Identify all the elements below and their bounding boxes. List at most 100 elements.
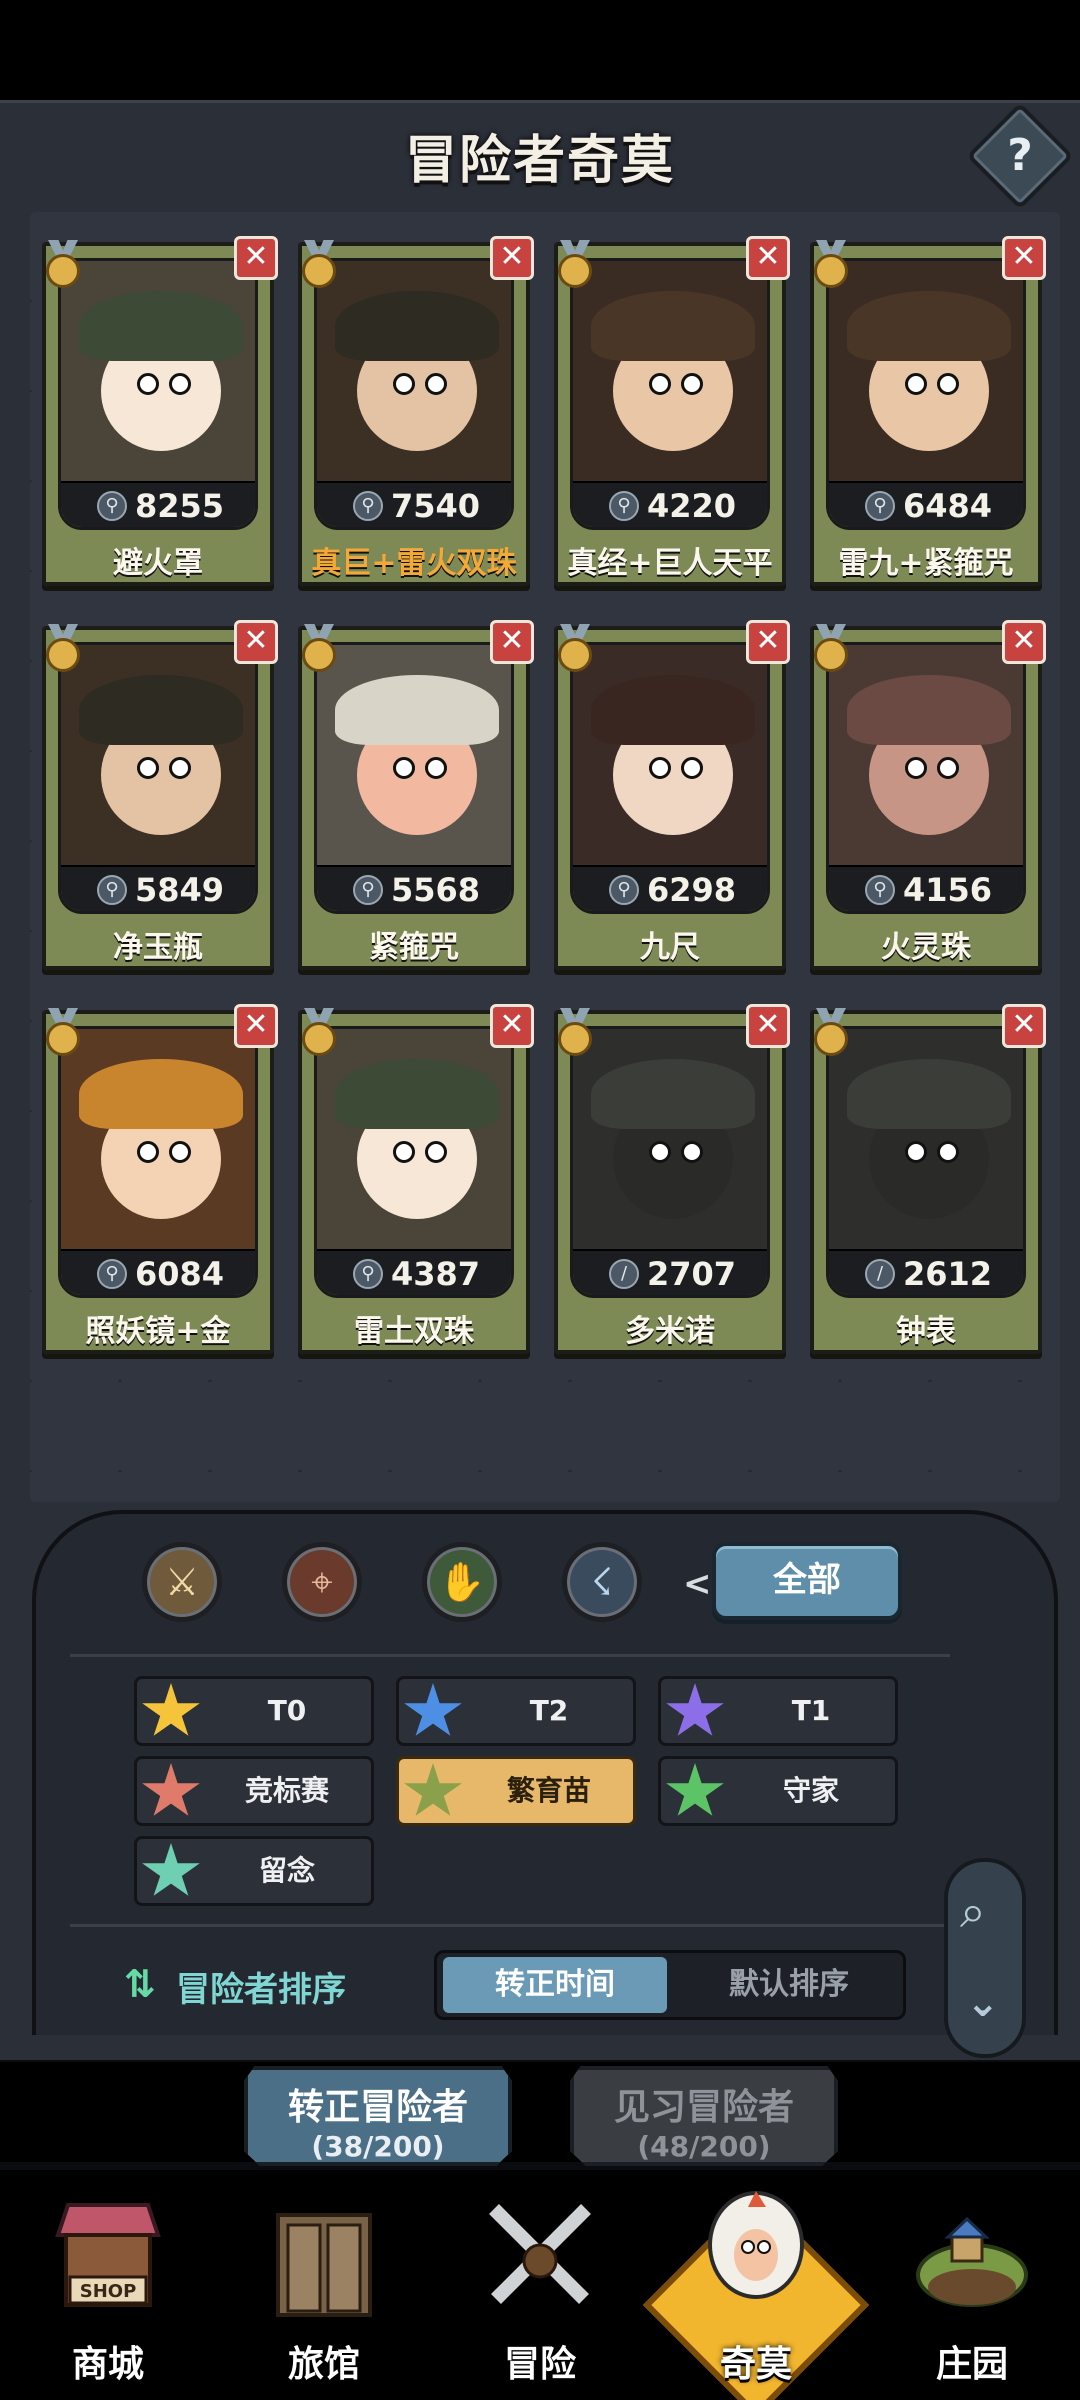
nav-inn[interactable]: 旅馆 bbox=[224, 2185, 424, 2395]
tag-filter[interactable]: T2 bbox=[396, 1676, 636, 1746]
adventurer-name: 紧箍咒 bbox=[369, 930, 459, 965]
medal-icon bbox=[552, 1008, 598, 1058]
remove-card-button[interactable]: ✕ bbox=[490, 236, 534, 280]
hand-class-icon: ✋ bbox=[438, 1560, 486, 1604]
tab-title: 转正冒险者 bbox=[287, 2087, 468, 2128]
nav-chimo[interactable]: 奇莫 bbox=[642, 2185, 870, 2400]
adventurer-name: 真经+巨人天平 bbox=[567, 546, 773, 581]
remove-card-button[interactable]: ✕ bbox=[1002, 236, 1046, 280]
remove-card-button[interactable]: ✕ bbox=[746, 620, 790, 664]
adventurer-card[interactable]: / 2612 钟表 ✕ bbox=[810, 1004, 1046, 1354]
adventurer-portrait: ⚲ 6484 bbox=[826, 258, 1026, 530]
remove-card-button[interactable]: ✕ bbox=[234, 236, 278, 280]
power-score: 6084 bbox=[135, 1255, 225, 1293]
tag-filter[interactable]: T1 bbox=[658, 1676, 898, 1746]
star-icon bbox=[404, 1683, 462, 1736]
mage-staff-icon: ⚲ bbox=[353, 875, 383, 905]
adventurer-card[interactable]: ⚲ 6484 雷九+紧箍咒 ✕ bbox=[810, 236, 1046, 586]
adventurer-portrait: ⚲ 4156 bbox=[826, 642, 1026, 914]
crosshair-class-filter[interactable]: ⌖ bbox=[282, 1542, 362, 1622]
search-list-icon: ⌕ bbox=[960, 1884, 986, 1938]
remove-card-button[interactable]: ✕ bbox=[234, 620, 278, 664]
remove-card-button[interactable]: ✕ bbox=[746, 236, 790, 280]
sword-icon: / bbox=[609, 1259, 639, 1289]
adventurer-card[interactable]: ⚲ 7540 真巨+雷火双珠 ✕ bbox=[296, 236, 534, 586]
tag-filter[interactable]: 竞标赛 bbox=[134, 1756, 374, 1826]
divider bbox=[70, 1924, 950, 1927]
medal-icon bbox=[552, 624, 598, 674]
power-score: 8255 bbox=[135, 487, 225, 525]
remove-card-button[interactable]: ✕ bbox=[746, 1004, 790, 1048]
tag-filter[interactable]: 留念 bbox=[134, 1836, 374, 1906]
adventurer-card[interactable]: ⚲ 8255 避火罩 ✕ bbox=[42, 236, 278, 586]
adventurer-card[interactable]: ⚲ 5849 净玉瓶 ✕ bbox=[40, 620, 278, 970]
mage-staff-icon: ⚲ bbox=[97, 491, 127, 521]
all-filter-button[interactable]: 全部 bbox=[712, 1542, 902, 1620]
power-score-bar: / 2707 bbox=[573, 1249, 767, 1295]
tag-label: 留念 bbox=[258, 1854, 315, 1887]
power-score-bar: ⚲ 4220 bbox=[573, 481, 767, 527]
sort-option-promotion-time[interactable]: 转正时间 bbox=[443, 1957, 667, 2013]
power-score-bar: ⚲ 6298 bbox=[573, 865, 767, 911]
remove-card-button[interactable]: ✕ bbox=[1002, 1004, 1046, 1048]
medal-icon bbox=[40, 1008, 86, 1058]
adventurer-portrait: / 2707 bbox=[570, 1026, 770, 1298]
crossed-swords-icon bbox=[489, 2204, 591, 2304]
divider bbox=[70, 1654, 950, 1657]
power-score: 6484 bbox=[903, 487, 993, 525]
tab-promoted-adventurers[interactable]: 转正冒险者 (38/200) bbox=[244, 2066, 512, 2166]
tag-filter[interactable]: 守家 bbox=[658, 1756, 898, 1826]
adventurer-card[interactable]: ⚲ 4220 真经+巨人天平 ✕ bbox=[552, 236, 790, 586]
tab-trainee-adventurers[interactable]: 见习冒险者 (48/200) bbox=[570, 2066, 838, 2166]
star-icon bbox=[666, 1683, 724, 1736]
remove-card-button[interactable]: ✕ bbox=[490, 620, 534, 664]
tag-filter[interactable]: T0 bbox=[134, 1676, 374, 1746]
sort-segmented-control: 转正时间 默认排序 bbox=[434, 1950, 906, 2020]
status-bar bbox=[0, 0, 1080, 100]
nav-shop[interactable]: SHOP 商城 bbox=[8, 2185, 208, 2395]
adventurer-card[interactable]: ⚲ 4387 雷土双珠 ✕ bbox=[298, 1004, 534, 1354]
mage-staff-icon: ⚲ bbox=[97, 1259, 127, 1289]
power-score-bar: / 2612 bbox=[829, 1249, 1023, 1295]
roster-tab-bar bbox=[0, 2062, 1080, 2162]
sword-icon: / bbox=[865, 1259, 895, 1289]
nav-label: 庄园 bbox=[935, 2344, 1008, 2385]
adventurer-card[interactable]: ⚲ 5568 紧箍咒 ✕ bbox=[298, 620, 534, 970]
adventurer-card[interactable]: ⚲ 6298 九尺 ✕ bbox=[552, 620, 790, 970]
sword-class-filter[interactable]: ⚔ bbox=[142, 1542, 222, 1622]
tag-filter[interactable]: 繁育苗 bbox=[396, 1756, 636, 1826]
adventurer-portrait: ⚲ 5568 bbox=[314, 642, 514, 914]
medal-icon bbox=[40, 624, 86, 674]
mage-staff-icon: ⚲ bbox=[353, 1259, 383, 1289]
power-score-bar: ⚲ 8255 bbox=[61, 481, 255, 527]
chevron-left-icon: < bbox=[683, 1564, 712, 1604]
power-score-bar: ⚲ 6484 bbox=[829, 481, 1023, 527]
power-score-bar: ⚲ 4156 bbox=[829, 865, 1023, 911]
adventurer-card[interactable]: / 2707 多米诺 ✕ bbox=[552, 1004, 790, 1354]
sort-option-default[interactable]: 默认排序 bbox=[677, 1957, 901, 2013]
adventurer-card[interactable]: ⚲ 4156 火灵珠 ✕ bbox=[810, 620, 1046, 970]
medal-icon bbox=[296, 240, 342, 290]
adventurer-name: 避火罩 bbox=[113, 546, 203, 581]
sort-label: 冒险者排序 bbox=[176, 1970, 346, 2010]
hand-class-filter[interactable]: ✋ bbox=[422, 1542, 502, 1622]
adventurer-portrait: ⚲ 8255 bbox=[58, 258, 258, 530]
search-filter-button[interactable]: ⌕ ⌄ bbox=[944, 1858, 1026, 2058]
nav-adventure[interactable]: 冒险 bbox=[440, 2185, 640, 2395]
shop-icon: SHOP bbox=[55, 2203, 161, 2307]
nav-manor[interactable]: 庄园 bbox=[872, 2185, 1072, 2395]
mage-staff-icon: ⚲ bbox=[609, 875, 639, 905]
remove-card-button[interactable]: ✕ bbox=[490, 1004, 534, 1048]
remove-card-button[interactable]: ✕ bbox=[1002, 620, 1046, 664]
staff-class-filter[interactable]: ☇ bbox=[562, 1542, 642, 1622]
adventurer-name: 九尺 bbox=[640, 930, 700, 965]
nav-label: 旅馆 bbox=[287, 2344, 360, 2385]
medal-icon bbox=[552, 240, 598, 290]
remove-card-button[interactable]: ✕ bbox=[234, 1004, 278, 1048]
power-score-bar: ⚲ 7540 bbox=[317, 481, 511, 527]
power-score: 2707 bbox=[647, 1255, 737, 1293]
inn-gate-icon bbox=[276, 2213, 372, 2317]
manor-island-icon bbox=[916, 2216, 1028, 2307]
star-icon bbox=[142, 1683, 200, 1736]
adventurer-card[interactable]: ⚲ 6084 照妖镜+金 ✕ bbox=[40, 1004, 278, 1354]
